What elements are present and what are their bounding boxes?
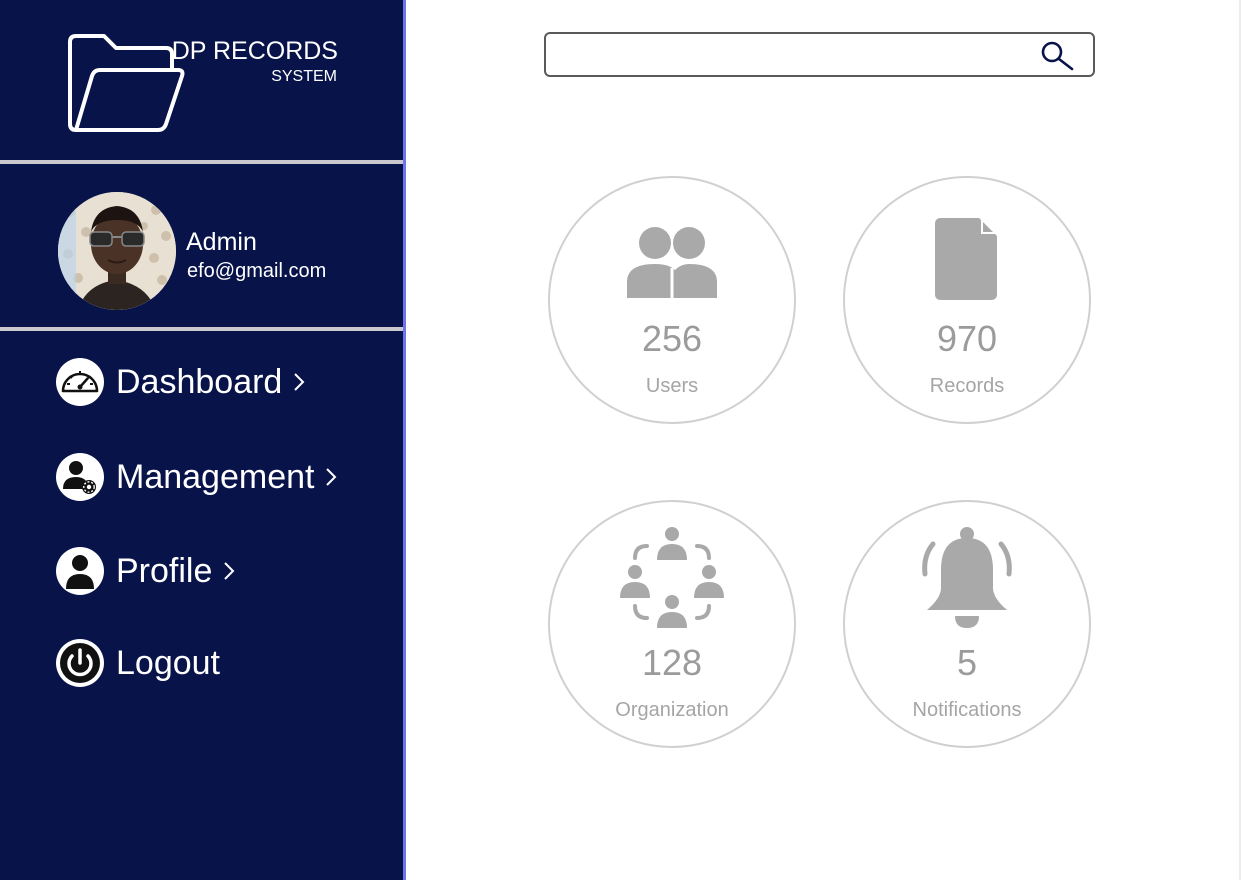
power-icon (56, 639, 104, 687)
stat-card-organization[interactable]: 128 Organization (548, 500, 796, 748)
nav-label: Profile (116, 551, 213, 590)
user-name: Admin (186, 228, 257, 256)
folder-icon (68, 34, 185, 132)
chevron-right-icon (294, 373, 305, 391)
nav-label: Logout (116, 643, 220, 682)
chevron-right-icon (224, 562, 235, 580)
nav-item-dashboard[interactable]: Dashboard (56, 357, 306, 407)
stat-label: Users (645, 375, 699, 397)
search-icon[interactable] (1039, 40, 1075, 72)
user-gear-icon (56, 453, 104, 501)
speedometer-icon (56, 358, 104, 406)
chevron-right-icon (326, 468, 337, 486)
stat-card-notifications[interactable]: 5 Notifications (843, 500, 1091, 748)
document-icon (935, 218, 997, 300)
nav-label: Dashboard (116, 362, 283, 401)
stat-value: 256 (641, 318, 703, 359)
avatar[interactable] (58, 192, 176, 310)
nav-item-profile[interactable]: Profile (56, 546, 236, 596)
search-bar (544, 32, 1095, 77)
user-email: efo@gmail.com (187, 260, 327, 282)
nav-item-management[interactable]: Management (56, 452, 338, 502)
divider (0, 327, 403, 331)
sidebar-border (403, 0, 406, 880)
nav-label: Management (116, 457, 315, 496)
stat-label: Notifications (912, 699, 1022, 721)
bell-icon (922, 527, 1012, 628)
brand-subtitle: SYSTEM (271, 68, 337, 85)
users-icon (627, 227, 717, 300)
stat-card-records[interactable]: 970 Records (843, 176, 1091, 424)
stat-label: Organization (615, 699, 729, 721)
stat-card-users[interactable]: 256 Users (548, 176, 796, 424)
stat-label: Records (929, 375, 1005, 397)
organization-icon (620, 527, 724, 628)
stat-value: 128 (641, 642, 703, 683)
sidebar: DP RECORDS SYSTEM Admin efo@gmail.com Da… (0, 0, 403, 880)
stat-value: 5 (956, 642, 978, 683)
brand: DP RECORDS SYSTEM (0, 0, 403, 162)
avatar-photo (58, 192, 176, 310)
nav-item-logout[interactable]: Logout (56, 638, 220, 688)
user-icon (56, 547, 104, 595)
user-card: Admin efo@gmail.com (0, 164, 403, 327)
stat-value: 970 (936, 318, 998, 359)
brand-title: DP RECORDS (171, 37, 338, 65)
search-input[interactable] (556, 40, 1026, 70)
